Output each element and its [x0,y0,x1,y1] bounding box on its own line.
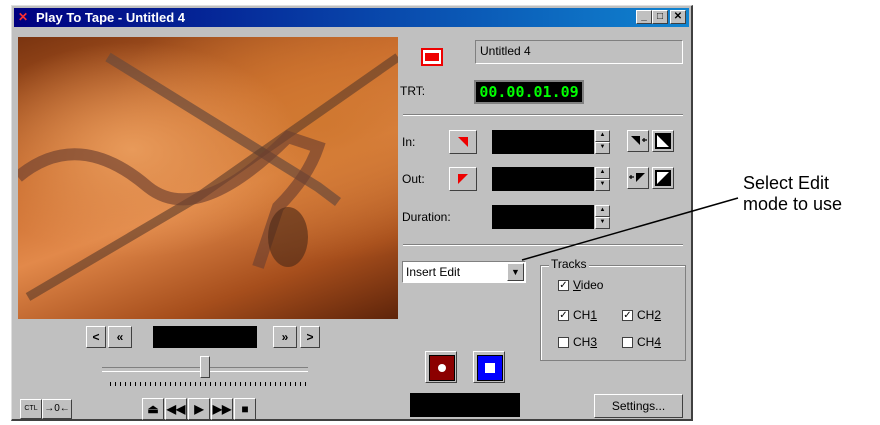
callout-line2: mode to use [743,194,843,214]
callout-text: Select Edit mode to use [743,173,842,215]
callout-line1: Select Edit [743,173,830,193]
